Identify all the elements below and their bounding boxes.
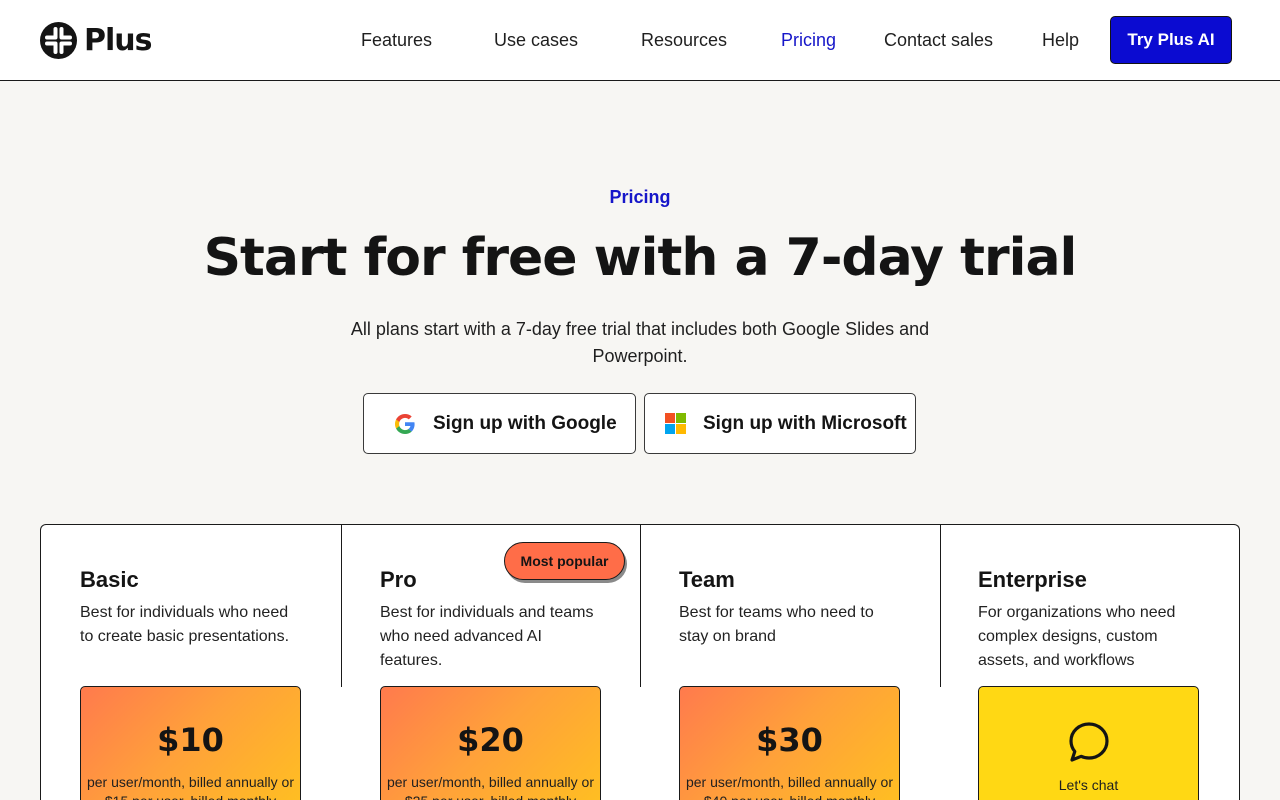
price-box[interactable]: $20 per user/month, billed annually or $… [380, 686, 601, 800]
price-note: per user/month, billed annually or $40 p… [685, 774, 893, 800]
nav-features[interactable]: Features [361, 29, 432, 51]
section-eyebrow: Pricing [609, 187, 671, 207]
plan-card-enterprise: Enterprise For organizations who need co… [978, 525, 1238, 800]
plan-card-basic: Basic Best for individuals who need to c… [80, 525, 340, 800]
sign-up-google-button[interactable]: Sign up with Google [363, 393, 636, 454]
plan-card-pro: Pro Best for individuals and teams who n… [380, 525, 640, 800]
brand-logo[interactable]: Plus [40, 21, 152, 59]
nav-pricing[interactable]: Pricing [781, 29, 836, 51]
site-header: Plus Features Use cases Resources Pricin… [0, 0, 1280, 81]
lets-chat-box[interactable]: Let's chat [978, 686, 1199, 800]
pricing-grid: Basic Best for individuals who need to c… [40, 524, 1240, 800]
price-note: per user/month, billed annually or $25 p… [386, 774, 594, 800]
nav-resources[interactable]: Resources [641, 29, 727, 51]
plan-name: Basic [80, 567, 139, 592]
try-plus-ai-button[interactable]: Try Plus AI [1110, 16, 1232, 64]
nav-contact-sales[interactable]: Contact sales [884, 29, 993, 51]
nav-help[interactable]: Help [1042, 29, 1079, 51]
column-divider [940, 525, 941, 687]
page-subtitle: All plans start with a 7-day free trial … [350, 319, 930, 366]
plan-name: Enterprise [978, 567, 1087, 592]
sign-up-google-label: Sign up with Google [433, 412, 617, 434]
lets-chat-label: Let's chat [1058, 777, 1119, 793]
nav-use-cases[interactable]: Use cases [494, 29, 578, 51]
plan-name: Pro [380, 567, 417, 592]
google-icon [393, 412, 417, 436]
plan-price: $20 [457, 721, 524, 759]
price-box[interactable]: $30 per user/month, billed annually or $… [679, 686, 900, 800]
page-title: Start for free with a 7-day trial [203, 228, 1078, 288]
price-box[interactable]: $10 per user/month, billed annually or $… [80, 686, 301, 800]
microsoft-icon [665, 413, 686, 434]
plan-name: Team [679, 567, 735, 592]
price-note: per user/month, billed annually or $15 p… [86, 774, 294, 800]
brand-name: Plus [84, 22, 152, 58]
plan-description: Best for individuals who need to create … [80, 604, 290, 645]
column-divider [640, 525, 641, 687]
sign-up-microsoft-label: Sign up with Microsoft [703, 412, 907, 434]
plan-description: Best for teams who need to stay on brand [679, 604, 874, 645]
sign-up-microsoft-button[interactable]: Sign up with Microsoft [644, 393, 916, 454]
chat-bubble-icon [979, 721, 1198, 763]
plan-price: $10 [157, 721, 224, 759]
plan-description: Best for individuals and teams who need … [380, 604, 594, 669]
plan-description: For organizations who need complex desig… [978, 604, 1176, 669]
column-divider [341, 525, 342, 687]
plus-logo-icon [40, 21, 77, 59]
plan-price: $30 [756, 721, 823, 759]
plan-card-team: Team Best for teams who need to stay on … [679, 525, 939, 800]
